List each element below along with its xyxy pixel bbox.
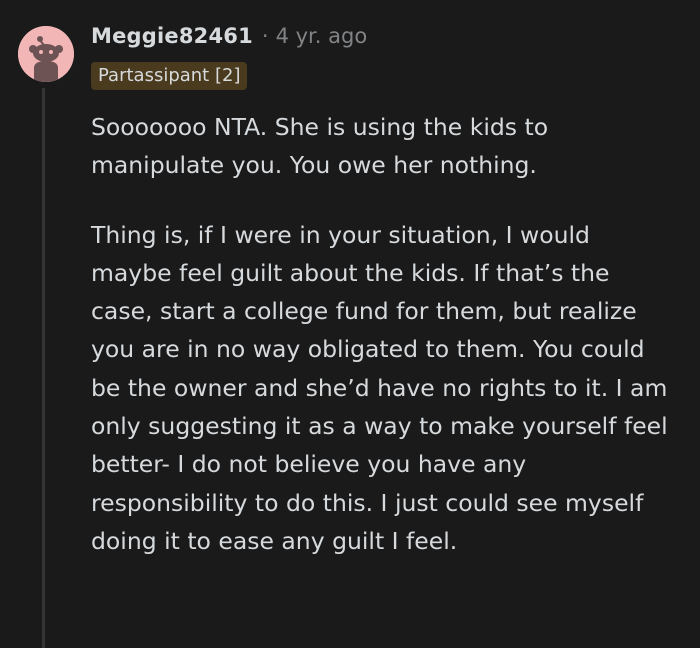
thread-line[interactable] bbox=[42, 88, 45, 648]
header-separator: · bbox=[261, 24, 269, 48]
comment-body: Sooooooo NTA. She is using the kids to m… bbox=[91, 108, 676, 560]
username-link[interactable]: Meggie82461 bbox=[91, 24, 253, 48]
comment-timestamp[interactable]: 4 yr. ago bbox=[276, 24, 368, 48]
snoo-avatar-icon bbox=[18, 26, 74, 82]
user-flair: Partassipant [2] bbox=[91, 62, 248, 90]
comment-paragraph-1: Sooooooo NTA. She is using the kids to m… bbox=[91, 113, 549, 180]
avatar[interactable] bbox=[18, 26, 74, 82]
comment-paragraph-2: Thing is, if I were in your situation, I… bbox=[91, 220, 668, 555]
comment-header: Meggie82461 · 4 yr. ago bbox=[91, 22, 367, 50]
